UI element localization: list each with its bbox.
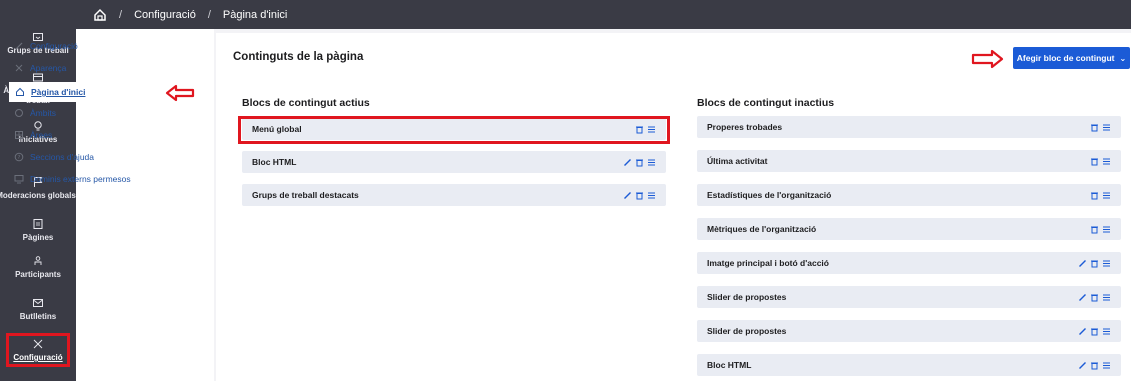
- drag-handle-icon[interactable]: [1102, 293, 1111, 302]
- mail-icon: [33, 299, 43, 307]
- people-icon: [34, 256, 42, 265]
- annotation-highlight-box: [6, 333, 70, 367]
- active-block-item[interactable]: Grups de treball destacats: [242, 184, 666, 206]
- breadcrumb-separator: /: [119, 8, 123, 21]
- block-name: Última activitat: [707, 156, 768, 166]
- block-name: Mètriques de l'organització: [707, 224, 817, 234]
- inactive-block-item[interactable]: Estadístiques de l'organització: [697, 184, 1121, 206]
- inactive-block-item[interactable]: Slider de propostes: [697, 286, 1121, 308]
- block-name: Slider de propostes: [707, 326, 787, 336]
- subnav-item-label: Pàgina d'inici: [31, 87, 86, 97]
- trash-icon[interactable]: [1090, 327, 1099, 336]
- page-icon: [33, 219, 43, 229]
- subnav-item-configuracio[interactable]: Configuració: [14, 41, 78, 51]
- annotation-arrow-left-icon: [165, 84, 195, 102]
- subnav-item-label: Àrees: [30, 130, 53, 140]
- page-title: Continguts de la pàgina: [233, 51, 364, 63]
- inactive-block-item[interactable]: Mètriques de l'organització: [697, 218, 1121, 240]
- block-name: Bloc HTML: [707, 360, 752, 370]
- home-icon: [16, 87, 24, 96]
- trash-icon[interactable]: [1090, 225, 1099, 234]
- edit-pencil-icon[interactable]: [1078, 259, 1087, 268]
- drag-handle-icon[interactable]: [647, 158, 656, 167]
- drag-handle-icon[interactable]: [1102, 123, 1111, 132]
- add-content-block-label: Afegir bloc de contingut: [1016, 53, 1115, 63]
- block-name: Imatge principal i botó d'acció: [707, 258, 829, 268]
- block-name: Slider de propostes: [707, 292, 787, 302]
- monitor-icon: [14, 175, 24, 184]
- pencil-icon: [15, 42, 23, 50]
- sidebar-item-pagines[interactable]: Pàgines: [0, 218, 76, 243]
- block-name: Estadístiques de l'organització: [707, 190, 832, 200]
- subnav-item-pagina-inici[interactable]: Pàgina d'inici: [9, 82, 133, 102]
- svg-text:?: ?: [18, 155, 21, 161]
- trash-icon[interactable]: [1090, 191, 1099, 200]
- subnav-item-ambits[interactable]: Àmbits: [14, 108, 56, 118]
- annotation-highlight-box: [238, 116, 670, 144]
- help-icon: ?: [14, 152, 24, 162]
- drag-handle-icon[interactable]: [1102, 225, 1111, 234]
- subnav-item-seccions-ajuda[interactable]: ? Seccions d'ajuda: [14, 152, 94, 162]
- breadcrumb-item-current: Pàgina d'inici: [222, 8, 288, 21]
- drag-handle-icon[interactable]: [1102, 327, 1111, 336]
- active-blocks-title: Blocs de contingut actius: [242, 97, 370, 109]
- drag-handle-icon[interactable]: [1102, 361, 1111, 370]
- active-block-item[interactable]: Bloc HTML: [242, 151, 666, 173]
- sidebar-item-label: Pàgines: [22, 233, 54, 242]
- chevron-down-icon: ⌄: [1119, 53, 1127, 63]
- trash-icon[interactable]: [635, 191, 644, 200]
- home-icon[interactable]: [93, 8, 107, 22]
- breadcrumb-separator: /: [207, 8, 211, 21]
- subnav-item-aparenca[interactable]: Aparença: [14, 63, 66, 73]
- subnav-item-arees[interactable]: Àrees: [14, 130, 52, 140]
- inactive-block-item[interactable]: Bloc HTML: [697, 354, 1121, 376]
- inactive-blocks-title: Blocs de contingut inactius: [697, 97, 835, 109]
- edit-pencil-icon[interactable]: [1078, 293, 1087, 302]
- trash-icon[interactable]: [1090, 259, 1099, 268]
- edit-pencil-icon[interactable]: [623, 158, 632, 167]
- edit-pencil-icon[interactable]: [1078, 361, 1087, 370]
- edit-pencil-icon[interactable]: [623, 191, 632, 200]
- drag-handle-icon[interactable]: [647, 191, 656, 200]
- edit-pencil-icon[interactable]: [1078, 327, 1087, 336]
- inactive-block-item[interactable]: Imatge principal i botó d'acció: [697, 252, 1121, 274]
- grid-icon: [15, 131, 23, 139]
- inactive-block-item[interactable]: Properes trobades: [697, 116, 1121, 138]
- inactive-block-item[interactable]: Slider de propostes: [697, 320, 1121, 342]
- sidebar-item-participants[interactable]: Participants: [0, 255, 76, 280]
- inactive-block-item[interactable]: Última activitat: [697, 150, 1121, 172]
- trash-icon[interactable]: [1090, 361, 1099, 370]
- trash-icon[interactable]: [1090, 123, 1099, 132]
- subnav-item-label: Seccions d'ajuda: [30, 152, 94, 162]
- subnav-item-label: Àmbits: [30, 108, 56, 118]
- block-name: Bloc HTML: [252, 157, 297, 167]
- breadcrumb-item-configuracio[interactable]: Configuració: [134, 9, 196, 21]
- sidebar-item-label: Butlletins: [19, 312, 57, 321]
- trash-icon[interactable]: [1090, 157, 1099, 166]
- drag-handle-icon[interactable]: [1102, 191, 1111, 200]
- block-name: Grups de treball destacats: [252, 190, 359, 200]
- subnav-item-dominis-externs[interactable]: Dominis externs permesos: [14, 174, 131, 184]
- scope-icon: [15, 109, 23, 117]
- trash-icon[interactable]: [1090, 293, 1099, 302]
- block-name: Properes trobades: [707, 122, 783, 132]
- drag-handle-icon[interactable]: [1102, 259, 1111, 268]
- add-content-block-button[interactable]: Afegir bloc de contingut ⌄: [1013, 47, 1130, 69]
- trash-icon[interactable]: [635, 158, 644, 167]
- subnav-item-label: Aparença: [30, 63, 67, 73]
- annotation-arrow-right-icon: [971, 49, 1004, 69]
- subnav-item-label: Configuració: [30, 41, 78, 51]
- drag-handle-icon[interactable]: [1102, 157, 1111, 166]
- breadcrumb: / Configuració / Pàgina d'inici: [93, 0, 287, 29]
- sidebar-item-label: Moderacions globals: [0, 191, 76, 200]
- subnav-item-label: Dominis externs permesos: [30, 174, 131, 184]
- sidebar-item-butlletins[interactable]: Butlletins: [0, 297, 76, 322]
- brush-icon: [15, 64, 23, 72]
- sidebar-item-label: Participants: [15, 270, 61, 279]
